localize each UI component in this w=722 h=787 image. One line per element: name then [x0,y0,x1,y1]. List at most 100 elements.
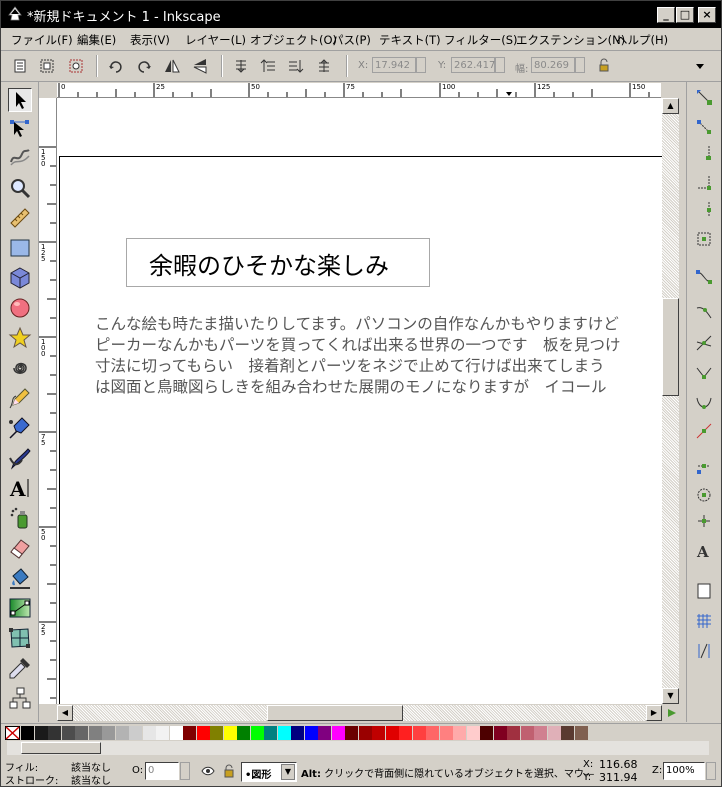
pencil-tool-icon[interactable] [8,386,32,410]
color-swatch[interactable] [534,726,547,740]
menu-file[interactable]: ファイル(F) [11,32,73,48]
flip-horizontal-icon[interactable] [163,57,181,75]
color-swatch[interactable] [102,726,115,740]
snap-guides-icon[interactable] [695,642,713,660]
calligraphy-tool-icon[interactable] [8,446,32,470]
minimize-button[interactable]: _ [657,7,675,23]
color-swatch[interactable] [372,726,385,740]
snap-page-border-icon[interactable] [695,582,713,600]
color-swatch[interactable] [466,726,480,740]
color-swatch[interactable] [169,726,183,740]
star-tool-icon[interactable] [8,326,32,350]
color-swatch[interactable] [547,726,561,740]
spiral-tool-icon[interactable] [8,356,32,380]
paragraph-text[interactable]: こんな絵も時たま描いたりしてます。パソコンの自作なんかもやりますけど ピーカーな… [95,314,620,398]
close-button[interactable]: × [698,7,716,23]
scroll-right-arrow-icon[interactable]: ▶ [646,705,662,721]
rotate-cw-icon[interactable] [135,57,153,75]
color-swatch[interactable] [88,726,102,740]
color-swatch[interactable] [439,726,453,740]
color-swatch[interactable] [21,726,34,740]
eye-icon[interactable] [201,765,215,777]
vertical-scroll-thumb[interactable] [662,298,679,396]
color-swatch[interactable] [453,726,466,740]
lower-to-bottom-icon[interactable] [232,57,250,75]
color-swatch[interactable] [507,726,520,740]
vertical-ruler[interactable]: 1 5 0 1 2 5 1 0 0 7 5 5 0 2 5 [39,98,57,704]
zoom-spinner[interactable] [706,762,716,780]
connector-tool-icon[interactable] [8,686,32,710]
color-swatch[interactable] [223,726,237,740]
zoom-input[interactable]: 100% [663,762,705,780]
menu-text[interactable]: テキスト(T) [379,32,441,48]
snap-grids-icon[interactable] [695,612,713,630]
horizontal-scrollbar[interactable]: ◀ ▶ [57,705,662,721]
color-swatch[interactable] [115,726,129,740]
color-swatch[interactable] [399,726,412,740]
snap-object-midpoints-icon[interactable] [695,458,713,476]
width-input[interactable]: 80.269 [531,57,575,73]
color-swatch[interactable] [48,726,61,740]
no-paint-swatch-icon[interactable] [5,726,20,740]
color-swatch[interactable] [412,726,426,740]
sticky-zoom-icon[interactable] [665,707,679,719]
width-spinner[interactable] [575,57,585,73]
snap-bbox-edge-icon[interactable] [695,144,713,162]
snap-line-midpoints-icon[interactable] [695,422,713,440]
spray-tool-icon[interactable] [8,506,32,530]
opacity-spinner[interactable] [180,762,190,780]
menu-edit[interactable]: 編集(E) [77,32,116,48]
color-swatch[interactable] [277,726,291,740]
color-swatch[interactable] [480,726,493,740]
vertical-scrollbar[interactable]: ▲ ▼ [662,98,679,704]
more-controls-icon[interactable] [691,57,709,75]
lower-icon[interactable] [287,57,305,75]
deselect-icon[interactable] [67,57,85,75]
color-swatch[interactable] [331,726,345,740]
color-swatch[interactable] [345,726,358,740]
x-input[interactable]: 17.942 [372,57,416,73]
maximize-button[interactable]: □ [676,7,694,23]
snap-bbox-midpoint-icon[interactable] [695,200,713,218]
snap-bbox-center-icon[interactable] [695,230,713,248]
color-swatch[interactable] [385,726,399,740]
color-swatch[interactable] [183,726,196,740]
palette-scrollbar[interactable] [7,741,709,755]
color-swatch[interactable] [237,726,250,740]
rotate-ccw-icon[interactable] [107,57,125,75]
color-swatch[interactable] [75,726,88,740]
color-swatch[interactable] [61,726,75,740]
tweak-tool-icon[interactable] [8,144,32,168]
menu-layer[interactable]: レイヤー(L) [185,32,246,48]
color-swatch[interactable] [358,726,372,740]
menu-filters[interactable]: フィルター(S) [444,32,518,48]
snap-rotation-center-icon[interactable] [695,512,713,530]
snap-cusp-nodes-icon[interactable] [695,364,713,382]
select-all-layers-icon[interactable] [38,57,56,75]
mesh-tool-icon[interactable] [8,626,32,650]
color-swatch[interactable] [196,726,210,740]
menu-path[interactable]: パス(P) [332,32,371,48]
horizontal-scroll-thumb[interactable] [267,705,403,721]
color-swatch[interactable] [291,726,304,740]
color-swatch[interactable] [304,726,318,740]
opacity-input[interactable]: 0 [145,762,179,780]
snap-smooth-nodes-icon[interactable] [695,394,713,412]
3d-box-tool-icon[interactable] [8,266,32,290]
pen-tool-icon[interactable] [8,416,32,440]
color-swatch[interactable] [142,726,156,740]
snap-bbox-icon[interactable] [695,118,713,136]
rectangle-tool-icon[interactable] [8,236,32,260]
scroll-up-arrow-icon[interactable]: ▲ [662,98,679,114]
layer-selector[interactable]: •図形 ▼ [241,762,297,782]
scroll-down-arrow-icon[interactable]: ▼ [662,688,679,704]
stroke-value[interactable]: 該当なし [71,772,111,786]
menu-help[interactable]: ヘルプ(H) [616,32,668,48]
gradient-tool-icon[interactable] [8,596,32,620]
raise-to-top-icon[interactable] [315,57,333,75]
x-spinner[interactable] [416,57,426,73]
zoom-tool-icon[interactable] [8,176,32,200]
dropper-tool-icon[interactable] [8,656,32,680]
y-spinner[interactable] [495,57,505,73]
scroll-left-arrow-icon[interactable]: ◀ [57,705,73,721]
